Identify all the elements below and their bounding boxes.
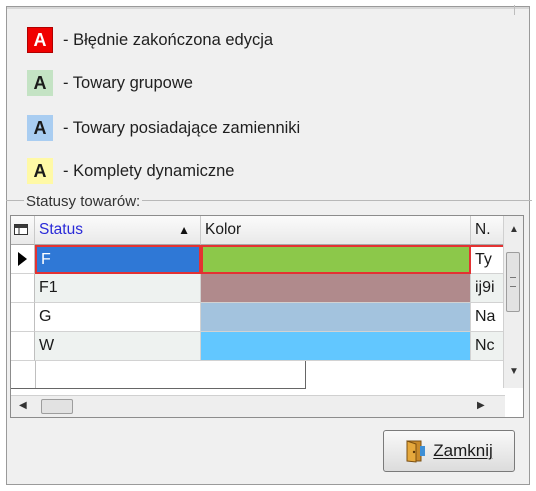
group-box-label: Statusy towarów: [24,193,143,210]
row-header[interactable] [11,332,35,361]
kolor-cell[interactable] [201,332,471,361]
n-value: ij9i [475,279,495,296]
legend-text-substitutes: - Towary posiadające zamienniki [63,118,301,137]
grid-empty-line [11,361,36,389]
status-value: G [39,308,52,325]
status-cell[interactable]: F1 [35,274,201,303]
legend-text-group-items: - Towary grupowe [63,73,193,92]
horizontal-scroll-thumb[interactable] [41,399,73,414]
legend-badge-yellow: A [27,158,53,184]
status-cell[interactable]: W [35,332,201,361]
status-cell[interactable]: G [35,303,201,332]
window-corner [514,5,523,15]
kolor-cell[interactable] [201,245,471,274]
row-header[interactable] [11,274,35,303]
vertical-scrollbar[interactable]: ▲ ▼ [503,216,523,388]
status-value: F1 [39,279,58,296]
scroll-left-icon[interactable]: ◀ [19,400,27,411]
sort-ascending-icon: ▲ [178,223,190,237]
horizontal-scrollbar[interactable]: ◀ ▶ [11,395,505,417]
status-value: F [41,250,51,268]
scroll-up-icon[interactable]: ▲ [509,224,519,235]
status-value: W [39,337,55,354]
n-value: Ty [475,251,492,268]
row-header[interactable] [11,303,35,332]
scroll-down-icon[interactable]: ▼ [509,366,519,377]
close-button[interactable]: Zamknij [383,430,515,472]
legend-badge-red: A [27,27,53,53]
legend-badge-green: A [27,70,53,96]
n-cell[interactable]: Na [471,303,505,332]
door-exit-icon [406,440,426,463]
legend-group-items: A - Towary grupowe [27,68,193,98]
scroll-right-icon[interactable]: ▶ [477,400,485,411]
legend-error-edit: A - Błędnie zakończona edycja [27,25,273,55]
column-header-status-label: Status [39,221,83,238]
column-header-kolor-label: Kolor [205,221,242,238]
kolor-cell[interactable] [201,303,471,332]
window-top-edge [7,7,529,9]
n-cell[interactable]: Nc [471,332,505,361]
legend-substitutes: A - Towary posiadające zamienniki [27,113,300,143]
legend-dynamic-sets: A - Komplety dynamiczne [27,156,235,186]
vertical-scroll-thumb[interactable] [506,252,520,312]
column-header-status[interactable]: Status ▲ [35,216,201,245]
legend-badge-blue: A [27,115,53,141]
n-value: Nc [475,337,495,354]
grid-corner-header[interactable] [11,216,35,245]
n-cell[interactable]: ij9i [471,274,505,303]
legend-text-error-edit: - Błędnie zakończona edycja [63,30,274,49]
column-header-n[interactable]: N. [471,216,505,245]
legend-text-dynamic-sets: - Komplety dynamiczne [63,161,235,180]
grid-empty-line [11,388,305,389]
n-cell[interactable]: Ty [471,245,505,274]
kolor-cell[interactable] [201,274,471,303]
n-value: Na [475,308,496,325]
grid-empty-line [305,361,306,389]
close-button-label: Zamknij [433,441,493,460]
grip-icon [510,277,516,287]
status-cell[interactable]: F [35,245,201,274]
column-chooser-icon[interactable] [14,224,29,236]
status-grid[interactable]: Status ▲ Kolor N. F Ty F1 ij9i G Na W Nc [10,215,524,418]
column-header-kolor[interactable]: Kolor [201,216,471,245]
row-header-current[interactable] [11,245,35,274]
current-row-arrow-icon [18,252,27,266]
column-header-n-label: N. [475,221,491,238]
